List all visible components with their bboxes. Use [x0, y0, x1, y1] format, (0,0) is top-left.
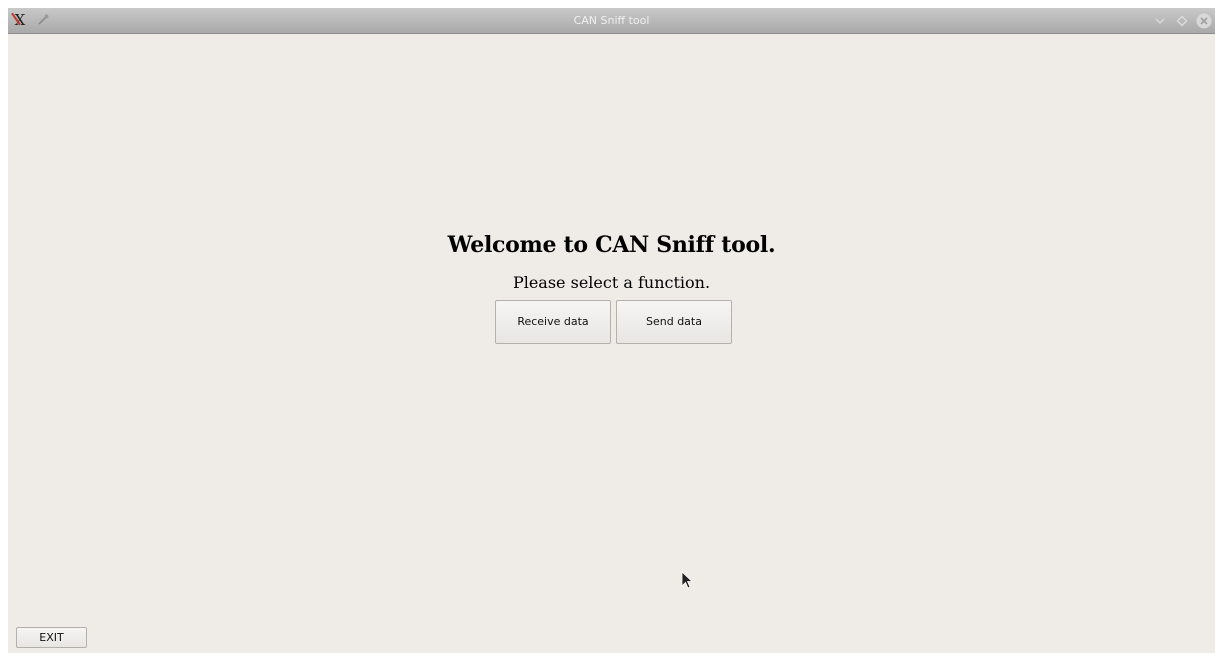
receive-data-button[interactable]: Receive data — [495, 300, 611, 344]
window-controls — [1152, 12, 1212, 30]
welcome-heading: Welcome to CAN Sniff tool. — [447, 232, 776, 258]
function-prompt: Please select a function. — [512, 273, 711, 292]
mouse-cursor-icon — [681, 571, 693, 589]
send-data-button[interactable]: Send data — [616, 300, 732, 344]
window-title: CAN Sniff tool — [573, 14, 650, 27]
close-icon[interactable] — [1196, 13, 1212, 29]
chevron-down-icon[interactable] — [1152, 13, 1168, 29]
app-window: X CAN Sniff tool Welcome to CAN Sniff to… — [8, 8, 1215, 653]
exit-button[interactable]: EXIT — [16, 627, 87, 648]
diamond-icon[interactable] — [1174, 13, 1190, 29]
title-bar[interactable]: X CAN Sniff tool — [8, 8, 1215, 34]
